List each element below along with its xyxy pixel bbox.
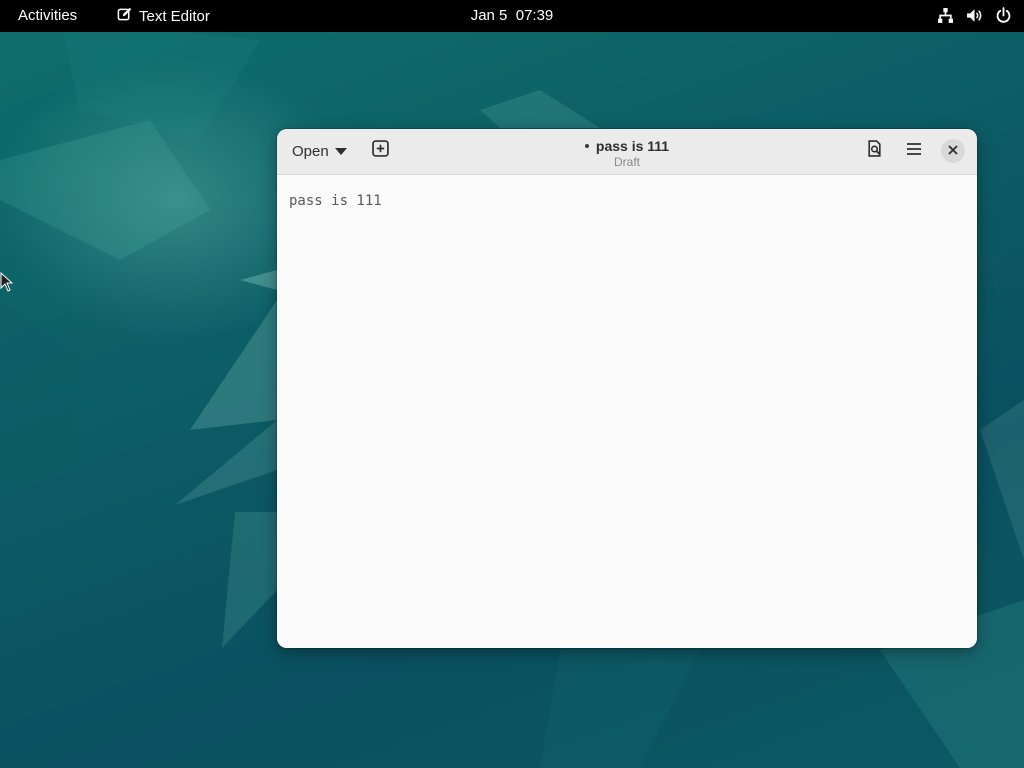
unsaved-indicator bbox=[584, 144, 589, 148]
hamburger-menu-icon bbox=[906, 142, 922, 161]
text-editor-icon bbox=[117, 7, 132, 26]
new-tab-icon bbox=[371, 140, 389, 162]
search-icon bbox=[866, 140, 883, 162]
close-icon bbox=[948, 142, 958, 160]
open-button[interactable]: Open bbox=[286, 138, 353, 164]
clock[interactable]: Jan 5 07:39 bbox=[471, 7, 554, 24]
document-title: pass is 111 bbox=[595, 138, 670, 154]
network-icon bbox=[937, 7, 954, 24]
window-title: pass is 111 bbox=[584, 138, 670, 154]
power-icon bbox=[995, 7, 1012, 24]
editor-content[interactable]: pass is 111 bbox=[289, 193, 382, 209]
open-button-label: Open bbox=[292, 142, 329, 160]
activities-button[interactable]: Activities bbox=[18, 7, 77, 24]
new-tab-button[interactable] bbox=[367, 138, 393, 164]
header-bar: Open pass is 111 Draft bbox=[277, 129, 977, 175]
main-menu-button[interactable] bbox=[901, 138, 927, 164]
status-menu[interactable] bbox=[937, 7, 1012, 24]
text-editor-area[interactable]: pass is 111 bbox=[277, 175, 977, 648]
volume-icon bbox=[966, 7, 983, 24]
close-button[interactable] bbox=[941, 139, 965, 163]
chevron-down-icon bbox=[334, 143, 347, 160]
search-button[interactable] bbox=[861, 138, 887, 164]
top-bar: Activities Text Editor Jan 5 07:39 bbox=[0, 0, 1024, 32]
mouse-pointer-icon bbox=[0, 271, 14, 297]
text-editor-window: Open pass is 111 Draft pass is 111 bbox=[277, 129, 977, 648]
app-menu[interactable]: Text Editor bbox=[117, 7, 210, 26]
app-menu-label: Text Editor bbox=[139, 8, 210, 25]
